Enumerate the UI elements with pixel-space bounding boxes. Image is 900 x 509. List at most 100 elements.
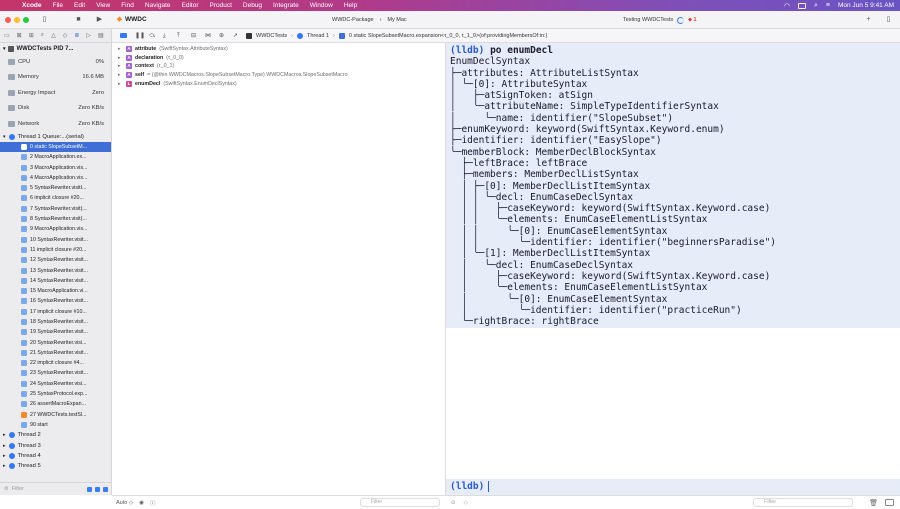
gauge-disk[interactable]: Disk Zero KB/s — [0, 101, 111, 117]
menu-xcode[interactable]: Xcode — [22, 0, 42, 11]
stack-frame-row[interactable]: 15 MacroApplication.vi... — [0, 286, 111, 296]
thread-row[interactable]: ▾ Thread 1 Queue:...(serial) — [0, 132, 111, 142]
destination-name[interactable]: My Mac — [387, 14, 406, 26]
stack-frame-row[interactable]: 25 SyntaxProtocol.exp... — [0, 389, 111, 399]
navigator-filter[interactable]: ⊜ Filter — [0, 482, 112, 495]
stack-frame-row[interactable]: 19 SyntaxRewriter.visit... — [0, 327, 111, 337]
test-icon[interactable]: ◇ — [63, 32, 68, 39]
scheme-name[interactable]: WWDC-Package — [332, 14, 374, 26]
step-into-icon[interactable]: ⤓ — [163, 33, 169, 39]
disclosure-icon[interactable]: ▸ — [118, 81, 123, 87]
console-scope-icon[interactable]: ◇ — [464, 500, 468, 506]
sidebar-toggle-icon[interactable]: ▯ — [40, 15, 49, 24]
project-title[interactable]: WWDC — [125, 14, 147, 26]
stack-frame-row[interactable]: 26 assertMacroExpan... — [0, 399, 111, 409]
close-window-button[interactable] — [5, 16, 11, 23]
gauge-network[interactable]: Network Zero KB/s — [0, 116, 111, 132]
crumb-thread[interactable]: Thread 1 — [307, 33, 329, 39]
menu-clock[interactable]: Mon Jun 5 9:41 AM — [838, 2, 894, 9]
stack-frame-row[interactable]: 0 static SlopeSubsetM... — [0, 141, 111, 153]
stack-frame-row[interactable]: 18 SyntaxRewriter.visit... — [0, 317, 111, 327]
stack-frame-row[interactable]: 8 SyntaxRewriter.visit(... — [0, 214, 111, 224]
breakpoint-icon[interactable]: ▷ — [86, 32, 91, 39]
console-input[interactable]: (lldb) — [446, 479, 900, 495]
search-icon[interactable]: ⌕ — [814, 2, 818, 10]
menu-edit[interactable]: Edit — [74, 0, 85, 11]
symbol-icon[interactable]: ⊞ — [29, 32, 34, 39]
stack-frame-row[interactable]: 7 SyntaxRewriter.visit(... — [0, 204, 111, 214]
menu-find[interactable]: Find — [121, 0, 134, 11]
add-icon[interactable]: + — [864, 15, 873, 24]
minimize-window-button[interactable] — [14, 16, 20, 23]
menu-help[interactable]: Help — [344, 0, 357, 11]
trash-icon[interactable]: 🗑 — [869, 499, 878, 507]
stack-frame-row[interactable]: 20 SyntaxRewriter.visi... — [0, 337, 111, 347]
stack-frame-row[interactable]: 22 implicit closure #4... — [0, 358, 111, 368]
gauge-memory[interactable]: Memory 16.6 MB — [0, 70, 111, 86]
stack-frame-row[interactable]: 13 SyntaxRewriter.visit... — [0, 265, 111, 275]
filter-toggle-icon[interactable] — [87, 486, 92, 492]
variable-row[interactable]: ▸ Aattribute (SwiftSyntax.AttributeSyntax) — [112, 45, 445, 54]
stack-frame-row[interactable]: 6 implicit closure #20... — [0, 193, 111, 203]
filter-toggle-icon[interactable] — [103, 486, 108, 492]
environment-icon[interactable]: ⊕ — [219, 33, 225, 39]
menu-navigate[interactable]: Navigate — [145, 0, 171, 11]
issue-icon[interactable]: △ — [51, 32, 56, 39]
step-over-icon[interactable]: ⤼ — [149, 33, 155, 39]
view-hierarchy-icon[interactable]: ⊟ — [191, 33, 197, 39]
report-icon[interactable]: ▤ — [98, 32, 104, 39]
menu-product[interactable]: Product — [209, 0, 231, 11]
apple-menu-icon[interactable] — [6, 1, 16, 11]
stack-frame-row[interactable]: 23 SyntaxRewriter.visit... — [0, 368, 111, 378]
menu-debug[interactable]: Debug — [243, 0, 262, 11]
disclosure-icon[interactable]: ▸ — [118, 46, 123, 52]
control-center-icon[interactable]: ≡ — [826, 2, 830, 9]
debug-tab-icon[interactable]: ≣ — [74, 32, 79, 39]
split-view-icon[interactable] — [885, 499, 894, 506]
wifi-icon[interactable]: ◠ — [784, 2, 790, 10]
gauge-cpu[interactable]: CPU 0% — [0, 54, 111, 70]
stack-frame-row[interactable]: 5 SyntaxRewriter.visitI... — [0, 183, 111, 193]
zoom-window-button[interactable] — [23, 16, 29, 23]
breakpoints-toggle-icon[interactable] — [120, 33, 127, 38]
variable-row[interactable]: ▸ Aself = (@thin WWDCMacros.SlopeSubsetMac… — [112, 71, 445, 80]
menu-editor[interactable]: Editor — [182, 0, 199, 11]
stack-frame-row[interactable]: 4 MacroApplication.vis... — [0, 173, 111, 183]
crumb-frame[interactable]: 0 static SlopeSubsetMacro.expansion<τ_0_… — [349, 33, 547, 39]
thread-row[interactable]: ▸ Thread 4 — [0, 451, 111, 461]
stack-frame-row[interactable]: 10 SyntaxRewriter.visit... — [0, 234, 111, 244]
stack-frame-row[interactable]: 21 SyntaxRewriter.visit... — [0, 348, 111, 358]
stack-frame-row[interactable]: 3 MacroApplication.vis... — [0, 162, 111, 172]
crumb-target[interactable]: WWDCTests — [256, 33, 287, 39]
menu-view[interactable]: View — [96, 0, 110, 11]
console-mode-icon[interactable]: ⊘ — [451, 500, 456, 506]
disclosure-icon[interactable]: ▸ — [118, 55, 123, 61]
info-icon[interactable]: ⓘ — [150, 499, 156, 507]
step-out-icon[interactable]: ⤒ — [177, 33, 183, 39]
menu-integrate[interactable]: Integrate — [273, 0, 299, 11]
stack-frame-row[interactable]: 27 WWDCTests.testSl... — [0, 410, 111, 420]
scheme-selector[interactable]: WWDC-Package › My Mac — [332, 14, 407, 26]
folder-icon[interactable]: ▭ — [4, 32, 10, 39]
console-filter-input[interactable]: Filter — [753, 498, 853, 507]
disclosure-icon[interactable]: ▸ — [118, 63, 123, 69]
find-icon[interactable]: ⌕ — [41, 32, 44, 39]
disclosure-icon[interactable]: ▸ — [118, 72, 123, 78]
stack-frame-row[interactable]: 17 implicit closure #10... — [0, 307, 111, 317]
eye-icon[interactable]: ◉ — [139, 500, 144, 506]
thread-row[interactable]: ▸ Thread 3 — [0, 440, 111, 450]
stack-frame-row[interactable]: 11 implicit closure #20... — [0, 245, 111, 255]
stop-icon[interactable]: ■ — [74, 15, 83, 24]
battery-icon[interactable] — [797, 2, 806, 9]
menu-window[interactable]: Window — [310, 0, 333, 11]
stack-frame-row[interactable]: 12 SyntaxRewriter.visit... — [0, 255, 111, 265]
variable-row[interactable]: ▸ LenumDecl (SwiftSyntax.EnumDeclSyntax) — [112, 79, 445, 88]
process-row[interactable]: ▾ WWDCTests PID 7... — [0, 43, 111, 54]
error-badge[interactable]: ⬥ 1 — [688, 14, 696, 26]
stack-frame-row[interactable]: 24 SyntaxRewriter.visi... — [0, 379, 111, 389]
run-icon[interactable]: ▶ — [95, 15, 104, 24]
filter-toggle-icon[interactable] — [95, 486, 100, 492]
stack-frame-row[interactable]: 16 SyntaxRewriter.visit... — [0, 296, 111, 306]
memory-graph-icon[interactable]: ⋈ — [205, 33, 211, 39]
variables-scope-select[interactable]: Auto ◇ — [116, 500, 133, 506]
